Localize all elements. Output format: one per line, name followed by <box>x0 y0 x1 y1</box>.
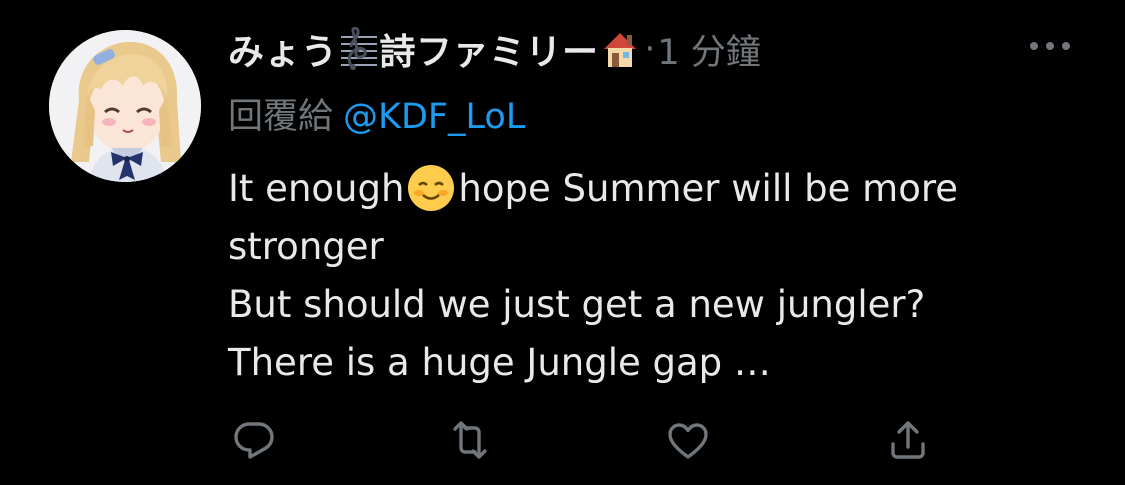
tweet-line-1-b: hope Summer will be more <box>458 167 958 210</box>
reply-handle-link[interactable]: @KDF_LoL <box>343 97 525 137</box>
reply-prefix: 回覆給 <box>228 97 334 137</box>
like-button[interactable] <box>660 412 716 468</box>
tweet-line-1: It enough hope Summer will be more <box>228 160 1088 218</box>
musical-score-icon <box>339 27 379 71</box>
tweet-header: みょう 詩ファミリー · 1 分鐘 <box>228 20 761 78</box>
reply-context: 回覆給 @KDF_LoL <box>228 88 525 139</box>
display-name-part1[interactable]: みょう <box>228 23 338 75</box>
tweet-text: It enough hope Summer will be more stron… <box>228 160 1088 392</box>
retweet-icon <box>453 421 487 459</box>
tweet-line-4: There is a huge Jungle gap … <box>228 341 771 384</box>
more-options-icon[interactable] <box>1026 34 1074 58</box>
retweet-button[interactable] <box>442 412 498 468</box>
tweet-actions-bar <box>0 412 1125 468</box>
reply-icon <box>234 422 274 459</box>
tweet-line-2: stronger <box>228 225 384 268</box>
display-name-part2[interactable]: 詩ファミリー <box>380 23 599 75</box>
house-icon <box>600 27 640 71</box>
smiling-face-icon <box>404 161 458 215</box>
avatar[interactable] <box>49 30 201 182</box>
reply-button[interactable] <box>226 412 282 468</box>
share-button[interactable] <box>880 412 936 468</box>
separator-dot: · <box>644 29 656 69</box>
anime-girl-avatar-icon <box>49 30 201 182</box>
share-icon <box>891 421 925 459</box>
tweet-line-3: But should we just get a new jungler? <box>228 283 926 326</box>
like-icon <box>668 423 708 459</box>
tweet-line-1-a: It enough <box>228 167 405 210</box>
timestamp[interactable]: 1 分鐘 <box>657 24 760 75</box>
